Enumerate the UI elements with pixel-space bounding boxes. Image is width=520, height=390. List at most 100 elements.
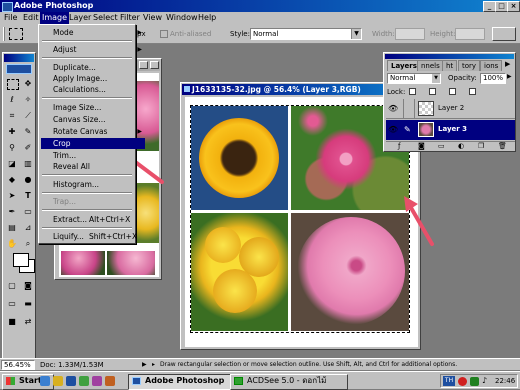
layer-style-icon[interactable]: ƒ	[398, 142, 400, 150]
foreground-color-swatch[interactable]	[13, 253, 29, 267]
quicklaunch-app2-icon[interactable]	[105, 376, 115, 386]
antialiased-checkbox[interactable]	[160, 30, 168, 38]
adjustment-layer-icon[interactable]: ◐	[458, 142, 464, 150]
dodge-tool-icon[interactable]: ●	[21, 173, 35, 186]
options-grip[interactable]	[3, 27, 5, 41]
lock-position-checkbox[interactable]	[449, 88, 456, 95]
style-select[interactable]: Normal ▼	[250, 28, 362, 40]
new-layer-icon[interactable]: ❐	[478, 142, 484, 150]
zoom-tool-icon[interactable]: ⌕	[21, 237, 35, 250]
quicklaunch-ie-icon[interactable]	[40, 376, 50, 386]
brush-tool-icon[interactable]: ✎	[21, 125, 35, 138]
bg-doc-maximize-button[interactable]	[150, 61, 159, 69]
menu-filter[interactable]: Filter	[118, 12, 142, 24]
menu-image[interactable]: Image	[40, 12, 70, 24]
tab-history[interactable]: tory	[458, 60, 481, 71]
tray-app-icon[interactable]	[458, 377, 467, 386]
menu-file[interactable]: File	[2, 12, 19, 24]
layer-mask-icon[interactable]: ◙	[418, 142, 425, 150]
tab-actions[interactable]: ions	[480, 60, 503, 71]
palette-well[interactable]	[492, 27, 516, 41]
shape-tool-icon[interactable]: ▭	[21, 205, 35, 218]
menu-layer[interactable]: Layer	[67, 12, 93, 24]
standard-mode-icon[interactable]: ▢	[5, 279, 19, 292]
tab-paths[interactable]: ht	[442, 60, 458, 71]
menu-select[interactable]: Select	[91, 12, 120, 24]
tab-channels[interactable]: nnels	[417, 60, 444, 71]
pen-tool-icon[interactable]: ✒	[5, 205, 19, 218]
layer-link-slot[interactable]	[403, 99, 415, 118]
crop-tool-icon[interactable]: ⌗	[5, 109, 19, 122]
lasso-tool-icon[interactable]: ℓ	[5, 93, 19, 106]
opacity-input[interactable]: 100%	[480, 73, 506, 84]
path-selection-tool-icon[interactable]: ➤	[5, 189, 19, 202]
full-screen-menu-icon[interactable]: ▬	[21, 297, 35, 310]
menu-item-calculations[interactable]: Calculations...	[41, 84, 145, 95]
palette-menu-arrow-icon[interactable]: ▶	[505, 60, 510, 68]
volume-icon[interactable]: ♪	[482, 376, 487, 385]
lock-all-checkbox[interactable]	[469, 88, 476, 95]
menu-item-liquify[interactable]: Liquify... Shift+Ctrl+X	[41, 231, 145, 242]
lock-image-checkbox[interactable]	[429, 88, 436, 95]
clock[interactable]: 22:46	[495, 377, 515, 385]
menu-item-image-size[interactable]: Image Size...	[41, 102, 145, 113]
height-input[interactable]	[455, 28, 485, 40]
layer-set-icon[interactable]: ▭	[438, 142, 445, 150]
full-screen-icon[interactable]: ■	[5, 315, 19, 328]
menu-item-apply-image[interactable]: Apply Image...	[41, 73, 145, 84]
marquee-tool-icon[interactable]	[7, 79, 19, 90]
notes-tool-icon[interactable]: ▤	[5, 221, 19, 234]
slice-tool-icon[interactable]: ⟋	[21, 109, 35, 122]
layer-row[interactable]: 👁 Layer 2	[386, 99, 515, 119]
quick-mask-mode-icon[interactable]: ◙	[21, 279, 35, 292]
standard-screen-icon[interactable]: ▭	[5, 297, 19, 310]
adobe-logo-icon[interactable]	[6, 64, 32, 74]
tray-network-icon[interactable]	[470, 377, 479, 386]
taskbar-acdsee-button[interactable]: ACDSee 5.0 - ดอกไม้	[230, 374, 348, 390]
width-input[interactable]	[395, 28, 425, 40]
opacity-slider-arrow-icon[interactable]: ▶	[507, 73, 512, 80]
menu-view[interactable]: View	[141, 12, 164, 24]
taskbar-photoshop-button[interactable]: Adobe Photoshop	[128, 374, 244, 390]
menu-edit[interactable]: Edit	[21, 12, 41, 24]
trash-icon[interactable]: 🗑	[498, 142, 507, 150]
menu-item-rotate-canvas[interactable]: Rotate Canvas ▶	[41, 126, 145, 137]
marquee-preset-icon[interactable]	[9, 28, 23, 40]
quicklaunch-outlook-icon[interactable]	[66, 376, 76, 386]
language-indicator[interactable]: TH	[443, 376, 455, 386]
quicklaunch-app-icon[interactable]	[92, 376, 102, 386]
menu-item-duplicate[interactable]: Duplicate...	[41, 62, 145, 73]
eraser-tool-icon[interactable]: ◪	[5, 157, 19, 170]
blur-tool-icon[interactable]: ◆	[5, 173, 19, 186]
clone-stamp-tool-icon[interactable]: ⚲	[5, 141, 19, 154]
close-button[interactable]: ×	[507, 1, 520, 12]
layer-row-selected[interactable]: 👁 ✎ Layer 3	[386, 120, 515, 140]
gradient-tool-icon[interactable]: ▥	[21, 157, 35, 170]
menu-item-trim[interactable]: Trim...	[41, 150, 145, 161]
eyedropper-tool-icon[interactable]: ⊿	[21, 221, 35, 234]
menu-item-crop[interactable]: Crop	[41, 138, 145, 149]
tool-palette-titlebar[interactable]	[4, 54, 34, 62]
menu-item-adjust[interactable]: Adjust ▶	[41, 44, 145, 55]
magic-wand-tool-icon[interactable]: ✧	[21, 93, 35, 106]
layers-palette-titlebar[interactable]	[385, 54, 514, 59]
menu-item-mode[interactable]: Mode ▶	[41, 27, 145, 38]
menu-help[interactable]: Help	[196, 12, 218, 24]
hand-tool-icon[interactable]: ✋	[5, 237, 19, 250]
zoom-level[interactable]: 56.45%	[1, 360, 35, 370]
blend-mode-select[interactable]: Normal ▼	[387, 73, 441, 84]
tab-layers[interactable]: Layers	[387, 60, 421, 71]
jump-to-imageready-icon[interactable]: ⇄	[21, 315, 35, 328]
quicklaunch-media-icon[interactable]	[79, 376, 89, 386]
doc-size[interactable]: Doc: 1.33M/1.53M	[40, 360, 104, 370]
history-brush-tool-icon[interactable]: ✐	[21, 141, 35, 154]
eye-icon[interactable]: 👁	[388, 125, 398, 134]
menu-item-extract[interactable]: Extract... Alt+Ctrl+X	[41, 214, 145, 225]
menu-item-reveal-all[interactable]: Reveal All	[41, 161, 145, 172]
type-tool-icon[interactable]: T	[21, 189, 35, 202]
quicklaunch-explorer-icon[interactable]	[53, 376, 63, 386]
app-title-bar[interactable]: Adobe Photoshop _ □ ×	[0, 0, 520, 12]
menu-window[interactable]: Window	[164, 12, 200, 24]
lock-transparency-checkbox[interactable]	[409, 88, 416, 95]
eye-icon[interactable]: 👁	[388, 104, 398, 113]
